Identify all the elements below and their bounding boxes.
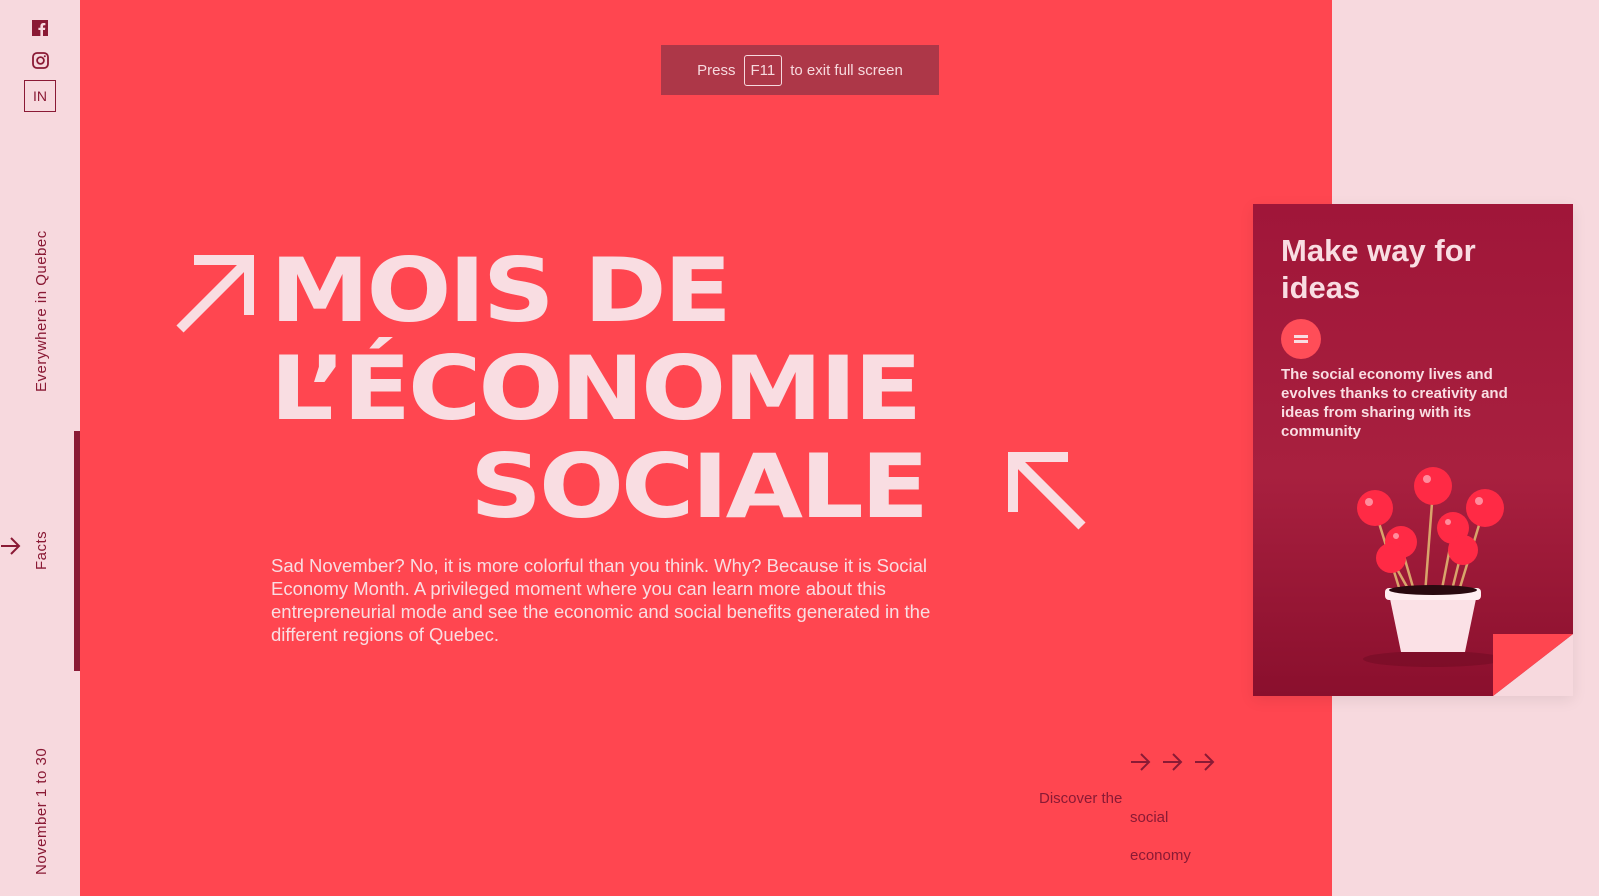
card-corner-fold (1493, 634, 1573, 696)
facts-tab[interactable]: Facts (33, 531, 50, 570)
discover-arrows[interactable] (1130, 752, 1216, 772)
fullscreen-rest: to exit full screen (790, 61, 903, 79)
arrow-right-icon (1163, 753, 1183, 771)
discover-link-line-3[interactable]: economy (1130, 847, 1191, 864)
arrow-right-icon[interactable] (0, 536, 22, 561)
fullscreen-notice: Press F11 to exit full screen (661, 45, 939, 95)
fullscreen-key: F11 (743, 54, 783, 86)
everywhere-label: Everywhere in Quebec (33, 230, 50, 392)
card-title: Make way for ideas (1281, 233, 1476, 305)
ideas-card[interactable]: Make way for ideas The social economy li… (1253, 204, 1573, 696)
linkedin-button[interactable]: IN (24, 80, 56, 112)
arrow-up-right-icon (176, 255, 254, 338)
equals-icon (1281, 319, 1321, 359)
fullscreen-press: Press (697, 61, 736, 79)
left-sidebar: IN Everywhere in Quebec Facts November 1… (0, 0, 80, 896)
discover-link-line-1[interactable]: Discover the (1039, 790, 1122, 807)
headline-line-2: L’ÉCONOMIE (270, 337, 922, 441)
arrow-right-icon (1131, 753, 1151, 771)
instagram-icon[interactable] (24, 48, 56, 72)
headline-line-1: MOIS DE (270, 239, 732, 343)
intro-paragraph: Sad November? No, it is more colorful th… (271, 555, 931, 645)
discover-link-line-2[interactable]: social (1130, 809, 1168, 826)
facebook-icon[interactable] (24, 16, 56, 40)
headline-line-3: SOCIALE (470, 435, 929, 539)
arrow-up-left-icon (1008, 452, 1086, 535)
card-text: The social economy lives and evolves tha… (1281, 366, 1508, 440)
arrow-right-icon (1195, 753, 1215, 771)
dates-label: November 1 to 30 (33, 747, 50, 875)
